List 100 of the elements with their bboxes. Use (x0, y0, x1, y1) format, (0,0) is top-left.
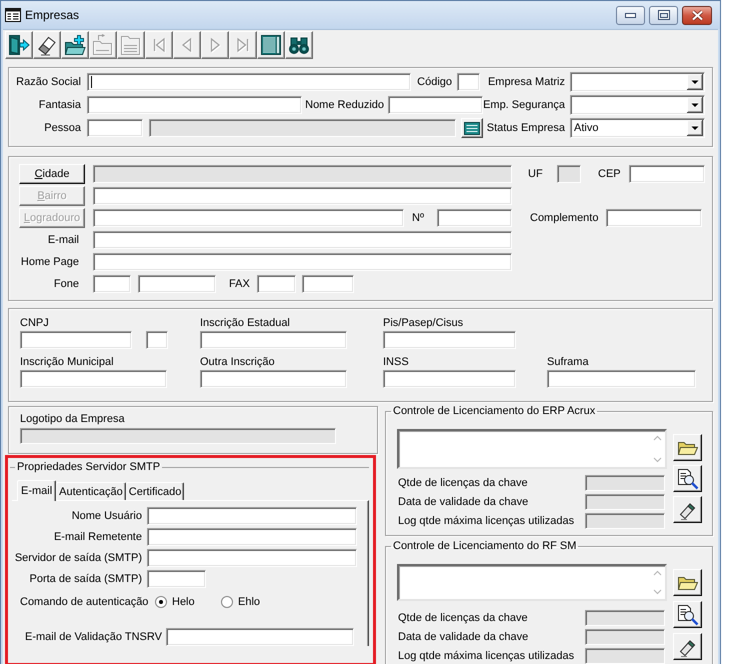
field-label: Pis/Pasep/Cisus (383, 316, 464, 330)
radio-label[interactable]: Helo (172, 595, 195, 609)
text-field[interactable] (302, 275, 354, 293)
text-field[interactable] (20, 331, 132, 349)
caret-down-icon (687, 74, 703, 90)
text-field[interactable] (147, 507, 357, 525)
field-label: Home Page (20, 255, 79, 269)
text-field[interactable] (585, 513, 665, 529)
minimize-button[interactable] (616, 6, 645, 24)
field-label: Empresa Matriz (488, 75, 565, 89)
text-field[interactable] (138, 275, 216, 293)
minimize-icon (625, 12, 636, 18)
text-area[interactable] (397, 564, 667, 601)
field-label: Inscrição Estadual (200, 316, 290, 330)
eraser-button[interactable] (673, 633, 702, 660)
field-label: Logotipo da Empresa (20, 412, 125, 426)
text-field[interactable] (93, 187, 512, 205)
group-title: Controle de Licenciamento do RF SM (392, 539, 578, 553)
field-label: Log qtde máxima licenças utilizadas (398, 649, 574, 663)
text-field[interactable] (20, 428, 336, 444)
field-label: Fone (54, 277, 79, 291)
text-field[interactable] (200, 370, 347, 388)
text-field[interactable] (606, 209, 702, 227)
tab[interactable]: E-mail (17, 480, 56, 501)
text-field[interactable] (585, 475, 665, 491)
text-field[interactable] (383, 331, 516, 349)
maximize-icon (658, 10, 670, 20)
field-label: Nome Reduzido (305, 98, 384, 112)
dropdown-field[interactable] (570, 72, 705, 92)
text-field[interactable] (93, 253, 512, 271)
folder-button[interactable] (673, 569, 702, 596)
text-field[interactable] (147, 570, 206, 588)
text-field[interactable] (388, 96, 483, 114)
field-label: Código (417, 75, 452, 89)
dropdown-field[interactable] (570, 95, 705, 115)
text-field[interactable] (383, 370, 516, 388)
text-field[interactable] (557, 165, 581, 183)
folder-button[interactable] (673, 434, 702, 461)
document-search-button[interactable] (673, 465, 702, 492)
folder-icon (677, 440, 698, 456)
text-field[interactable] (149, 119, 456, 137)
text-field[interactable] (585, 610, 665, 626)
field-label: Nome Usuário (72, 509, 142, 523)
dropdown-field[interactable]: Ativo (570, 118, 705, 138)
group-title: Controle de Licenciamento do ERP Acrux (392, 404, 596, 418)
window-icon (5, 8, 21, 22)
field-label: Fantasia (38, 98, 81, 112)
list-icon (464, 122, 480, 134)
field-label: Suframa (547, 355, 589, 369)
text-area[interactable] (397, 429, 667, 469)
close-button[interactable] (682, 6, 712, 24)
field-label: Nº (412, 211, 424, 225)
field-label: Servidor de saída (SMTP) (14, 551, 142, 565)
text-field[interactable] (629, 165, 705, 183)
text-field[interactable] (93, 209, 404, 227)
text-field[interactable] (585, 629, 665, 645)
text-field[interactable] (547, 370, 696, 388)
field-label: CNPJ (20, 316, 49, 330)
text-field[interactable] (437, 209, 512, 227)
field-label: Outra Inscrição (200, 355, 275, 369)
text-field[interactable] (93, 231, 512, 249)
text-field[interactable] (457, 73, 480, 91)
field-label: Porta de saída (SMTP) (30, 572, 142, 586)
chevron-up-icon (652, 435, 662, 441)
radio-label[interactable]: Ehlo (238, 595, 260, 609)
field-label: Inscrição Municipal (20, 355, 114, 369)
field-label: Qtde de licenças da chave (398, 476, 528, 490)
field-label: Comando de autenticação (20, 595, 148, 609)
chevron-up-icon (652, 570, 662, 576)
tab[interactable]: Autenticação (56, 482, 126, 500)
radio-button[interactable] (155, 596, 167, 608)
text-field[interactable] (147, 549, 357, 567)
lookup-button[interactable]: Cidade (19, 164, 85, 184)
radio-button[interactable] (221, 596, 233, 608)
text-field[interactable] (166, 628, 354, 646)
caret-down-icon (687, 97, 703, 113)
text-field[interactable] (93, 275, 131, 293)
text-field[interactable] (87, 96, 302, 114)
eraser-button[interactable] (673, 496, 702, 523)
field-label: Complemento (530, 211, 598, 225)
text-field[interactable] (20, 370, 167, 388)
chevron-down-icon (652, 589, 662, 595)
field-label: Log qtde máxima licenças utilizadas (398, 514, 574, 528)
text-field[interactable] (147, 528, 357, 546)
text-field[interactable] (87, 119, 143, 137)
close-icon (690, 10, 704, 20)
maximize-button[interactable] (649, 6, 678, 24)
tab[interactable]: Certificado (126, 482, 184, 500)
text-field[interactable] (87, 73, 411, 91)
text-field[interactable] (146, 331, 168, 349)
text-field[interactable] (200, 331, 347, 349)
text-field[interactable] (257, 275, 296, 293)
field-label: Emp. Segurança (483, 98, 565, 112)
window-title: Empresas (25, 8, 80, 22)
field-label: Data de validade da chave (398, 630, 528, 644)
document-search-button[interactable] (673, 601, 702, 628)
text-field[interactable] (93, 165, 512, 183)
text-field[interactable] (585, 648, 665, 664)
text-field[interactable] (585, 494, 665, 510)
list-button[interactable] (461, 118, 483, 138)
